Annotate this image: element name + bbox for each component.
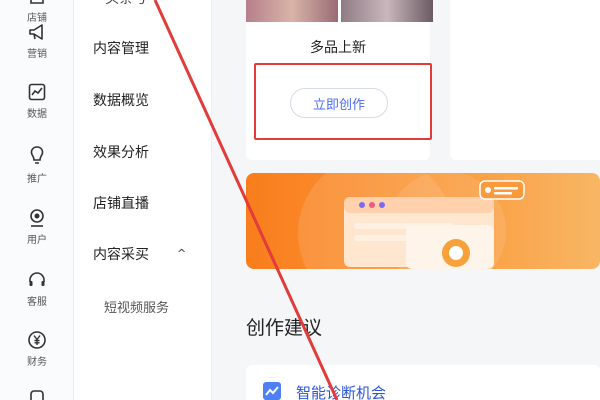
annotation-arrow (153, 0, 339, 400)
